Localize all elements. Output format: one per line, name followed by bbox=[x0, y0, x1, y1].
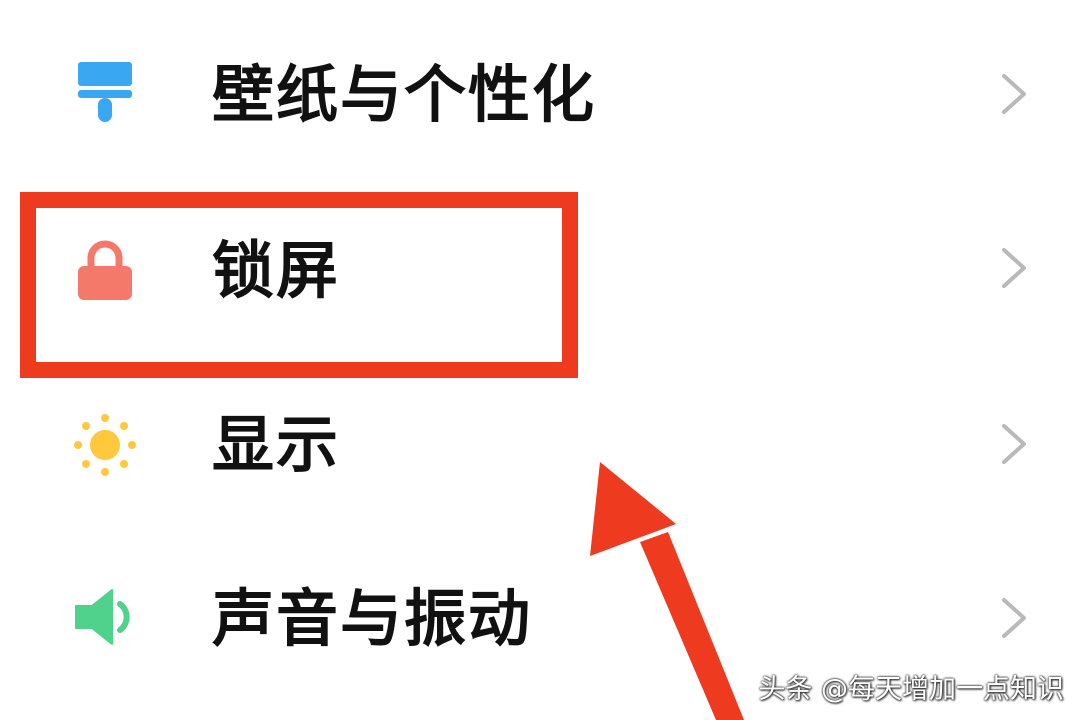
settings-item-label: 壁纸与个性化 bbox=[212, 58, 597, 131]
lock-icon bbox=[72, 238, 138, 304]
watermark: 头条 @每天增加一点知识 bbox=[758, 674, 1064, 705]
chevron-right-icon bbox=[996, 422, 1032, 466]
settings-item-label: 显示 bbox=[212, 408, 341, 481]
chevron-right-icon bbox=[996, 72, 1032, 116]
chevron-right-icon bbox=[996, 596, 1032, 640]
wallpaper-brush-icon bbox=[72, 60, 138, 126]
settings-item-label: 声音与振动 bbox=[212, 582, 533, 655]
settings-item-label: 锁屏 bbox=[212, 234, 341, 307]
chevron-right-icon bbox=[996, 246, 1032, 290]
sun-icon bbox=[72, 412, 138, 478]
settings-item-lock-screen[interactable]: 锁屏 bbox=[0, 180, 1080, 356]
settings-item-display[interactable]: 显示 bbox=[0, 356, 1080, 532]
settings-item-wallpaper[interactable]: 壁纸与个性化 bbox=[0, 4, 1080, 180]
speaker-icon bbox=[72, 584, 138, 650]
settings-list: 壁纸与个性化 锁屏 显示 声音与振动 bbox=[0, 0, 1080, 720]
